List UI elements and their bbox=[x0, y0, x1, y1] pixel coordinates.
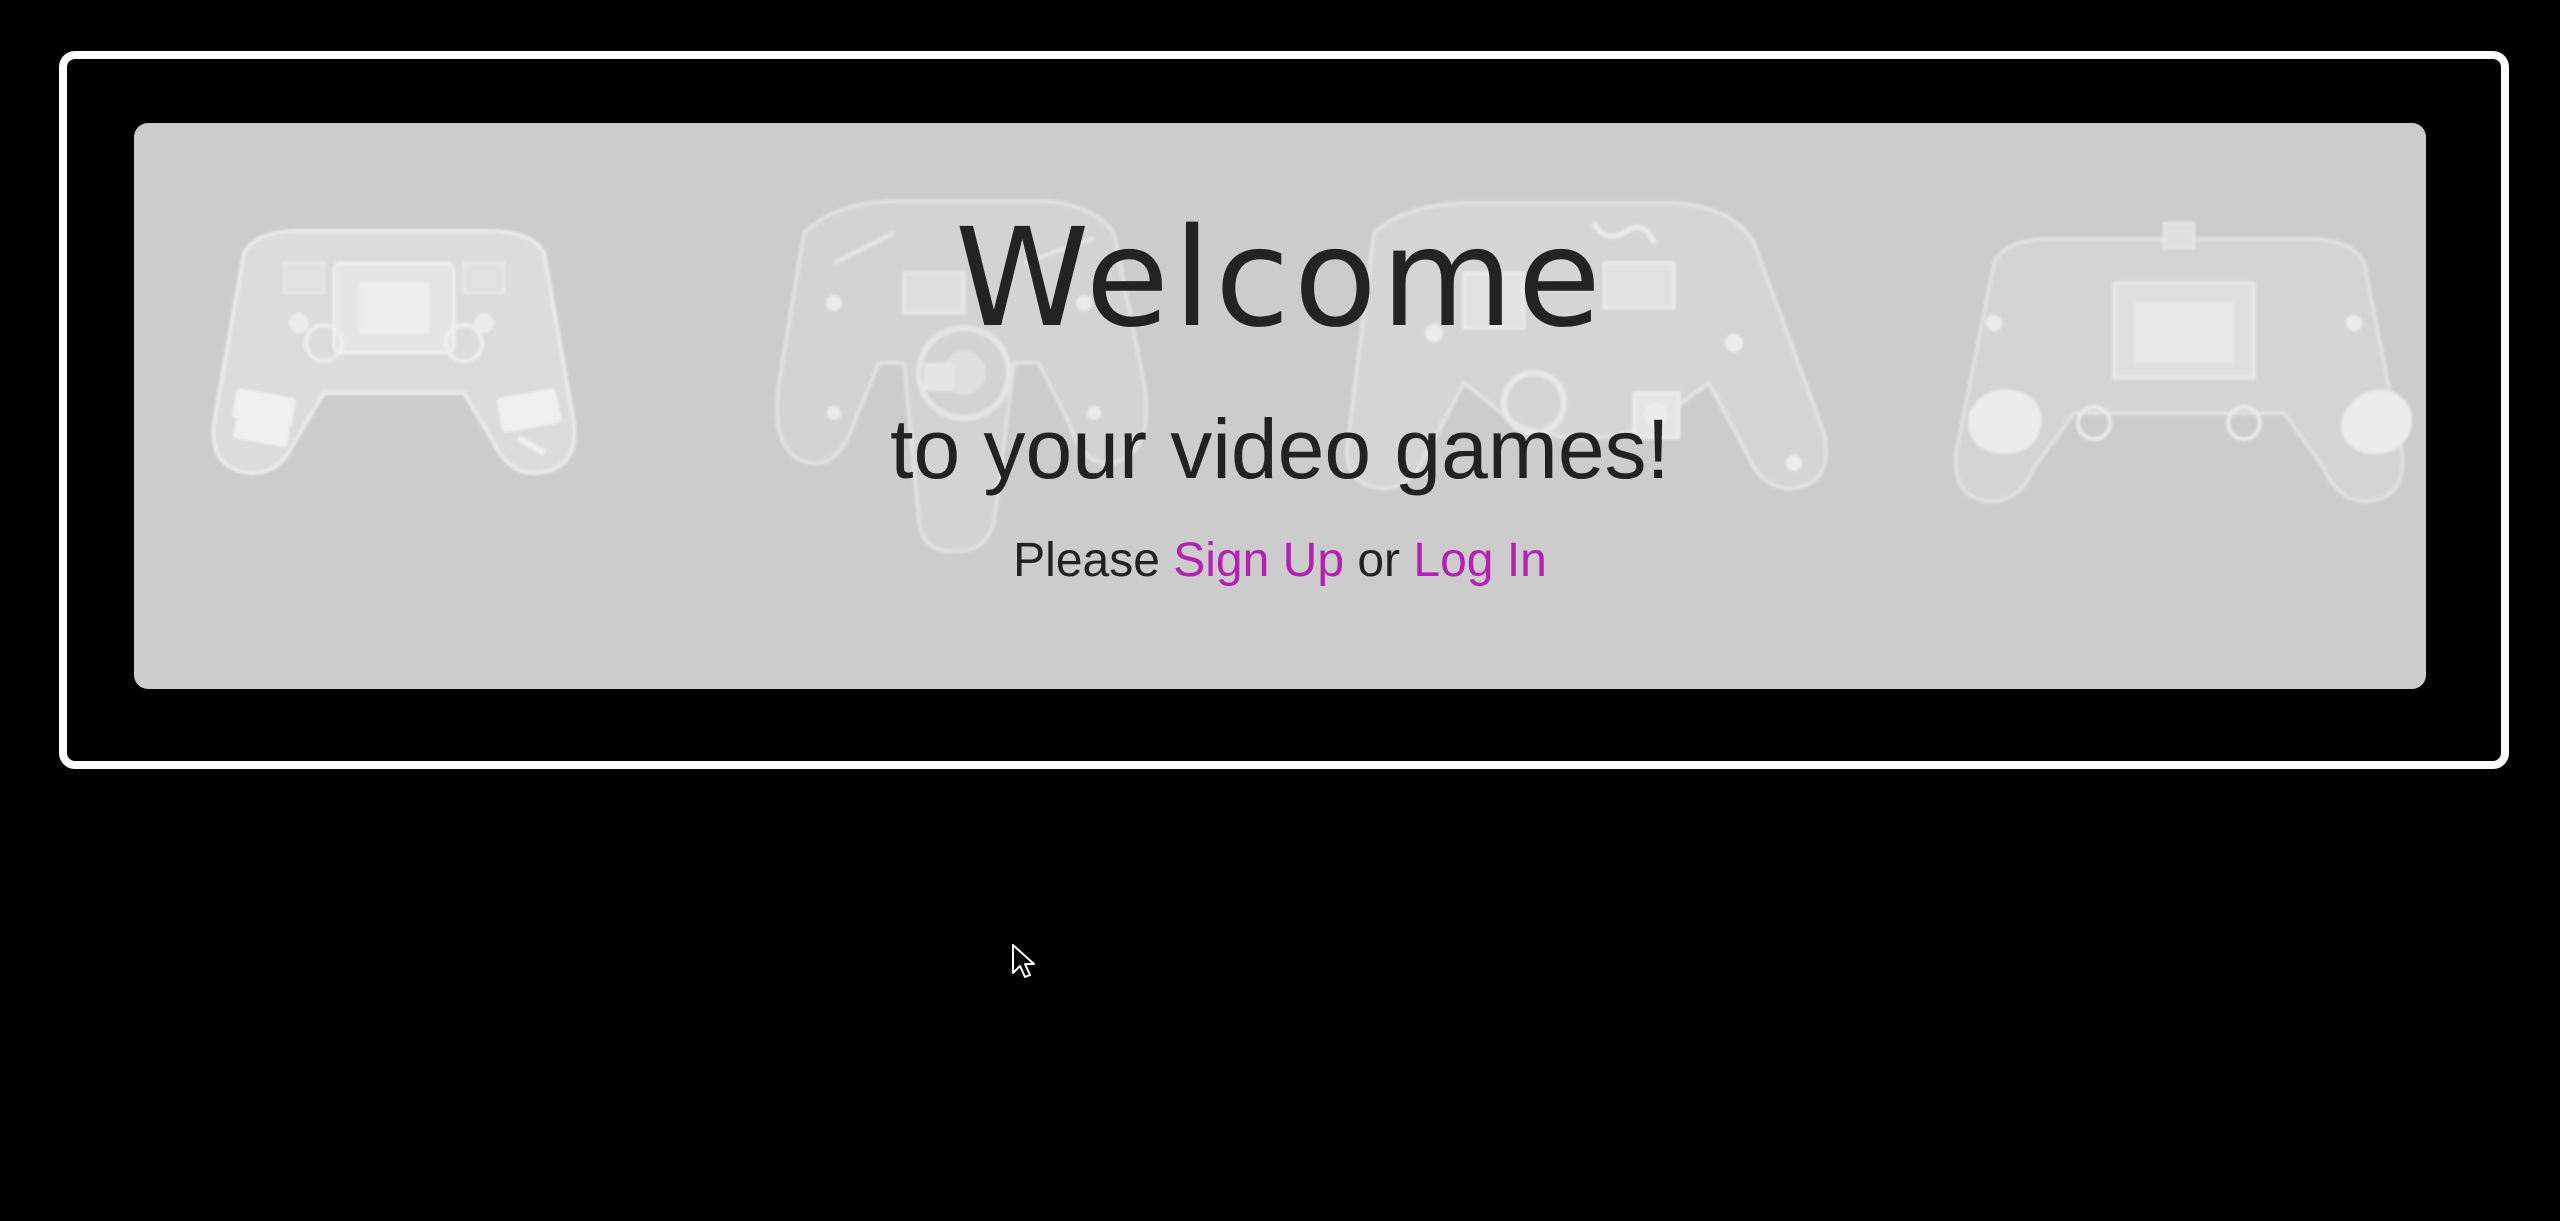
sign-up-link[interactable]: Sign Up bbox=[1173, 534, 1344, 587]
mouse-cursor-icon bbox=[1012, 944, 1035, 978]
log-in-link[interactable]: Log In bbox=[1413, 534, 1546, 587]
welcome-subtitle: to your video games! bbox=[890, 402, 1670, 496]
page: Welcome to your video games! Please Sign… bbox=[0, 0, 2560, 1221]
prompt-prefix: Please bbox=[1013, 534, 1160, 587]
welcome-hero: Welcome to your video games! Please Sign… bbox=[134, 123, 2426, 689]
hero-content: Welcome to your video games! Please Sign… bbox=[134, 123, 2426, 689]
auth-prompt: Please Sign Up or Log In bbox=[134, 533, 2426, 589]
welcome-title: Welcome bbox=[954, 200, 1606, 358]
prompt-middle: or bbox=[1357, 534, 1401, 587]
